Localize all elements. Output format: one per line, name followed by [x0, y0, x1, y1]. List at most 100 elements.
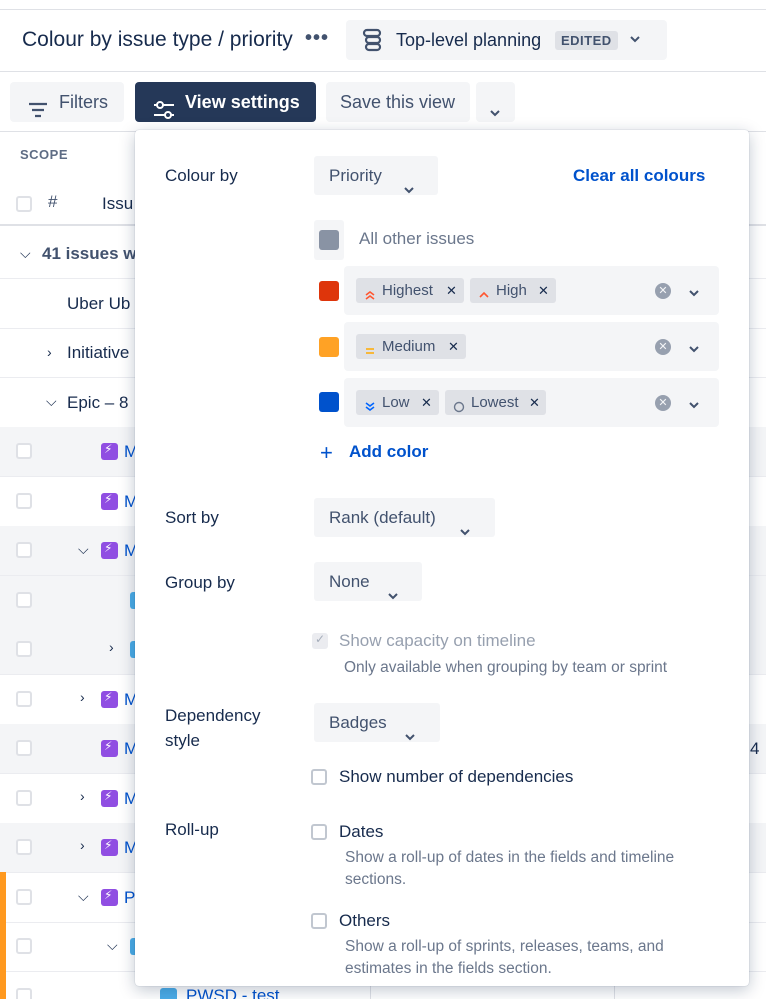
chevron-down-icon[interactable]: ⌵ — [20, 245, 31, 262]
row-checkbox[interactable] — [16, 740, 32, 756]
colour-swatch-blue[interactable] — [319, 392, 339, 412]
chip-label: Medium — [382, 338, 436, 355]
epic-icon — [101, 492, 118, 510]
chevron-down-icon — [403, 171, 415, 210]
priority-high-icon — [478, 284, 490, 309]
sort-by-label: Sort by — [165, 508, 219, 527]
remove-chip-button[interactable]: ✕ — [421, 390, 432, 415]
other-issues-label: All other issues — [359, 229, 475, 248]
chevron-right-icon[interactable]: › — [80, 788, 85, 804]
row-checkbox[interactable] — [16, 691, 32, 707]
chevron-right-icon[interactable]: › — [80, 837, 85, 853]
row-checkbox[interactable] — [16, 641, 32, 657]
priority-select-orange[interactable]: Medium ✕ ✕ — [344, 322, 719, 371]
rank-column-header: # — [48, 192, 58, 211]
row-checkbox[interactable] — [16, 493, 32, 509]
chevron-down-icon — [387, 577, 399, 616]
colour-swatch-orange[interactable] — [319, 337, 339, 357]
row-checkbox[interactable] — [16, 988, 32, 999]
right-edge-value: 4 — [750, 739, 760, 758]
group-by-label: Group by — [165, 573, 235, 592]
issue-link[interactable]: P — [124, 888, 135, 908]
chip-label: Low — [382, 394, 410, 411]
dates-rollup-label: Dates — [339, 822, 384, 841]
dates-rollup-description: Show a roll-up of dates in the fields an… — [345, 849, 675, 866]
view-settings-button[interactable]: View settings — [135, 82, 316, 122]
issue-summary[interactable]: Uber Ub — [67, 294, 130, 314]
show-dependencies-checkbox[interactable] — [311, 769, 327, 785]
dates-rollup-checkbox[interactable] — [311, 824, 327, 840]
remove-chip-button[interactable]: ✕ — [446, 278, 457, 303]
others-rollup-checkbox[interactable] — [311, 913, 327, 929]
epic-icon — [101, 888, 118, 906]
column-divider — [614, 985, 615, 999]
filters-label: Filters — [59, 92, 108, 112]
dependency-style-label-line2: style — [165, 731, 200, 750]
scope-heading: SCOPE — [20, 147, 69, 162]
group-by-dropdown[interactable]: None — [314, 562, 422, 601]
priority-medium-icon — [364, 340, 376, 365]
page-title: Colour by issue type / priority — [22, 28, 293, 51]
dependency-style-label: Dependency — [165, 706, 261, 725]
filters-button[interactable]: Filters — [10, 82, 124, 122]
others-rollup-label: Others — [339, 911, 391, 930]
colour-by-dropdown[interactable]: Priority — [314, 156, 438, 195]
priority-select-blue[interactable]: Low ✕ Lowest ✕ ✕ — [344, 378, 719, 427]
clear-selection-icon[interactable]: ✕ — [655, 395, 671, 411]
chip-label: High — [496, 282, 527, 299]
filter-icon — [28, 93, 48, 133]
clear-selection-icon[interactable]: ✕ — [655, 283, 671, 299]
epic-icon — [101, 789, 118, 807]
chevron-down-icon[interactable] — [688, 342, 700, 360]
row-checkbox[interactable] — [16, 889, 32, 905]
roll-up-label: Roll-up — [165, 820, 219, 839]
other-issues-swatch-box[interactable] — [314, 220, 344, 260]
chevron-down-icon[interactable] — [688, 398, 700, 416]
clear-all-colours-link[interactable]: Clear all colours — [573, 166, 705, 186]
capacity-checkbox[interactable] — [312, 632, 328, 649]
row-checkbox[interactable] — [16, 542, 32, 558]
group-by-value: None — [329, 572, 370, 591]
sort-by-dropdown[interactable]: Rank (default) — [314, 498, 495, 537]
issue-column-header: Issu — [102, 194, 134, 213]
issue-link[interactable]: PWSD - test — [186, 986, 280, 999]
priority-low-icon — [364, 396, 376, 421]
priority-select-red[interactable]: Highest ✕ High ✕ ✕ — [344, 266, 719, 315]
dependency-style-dropdown[interactable]: Badges — [314, 703, 440, 742]
remove-chip-button[interactable]: ✕ — [538, 278, 549, 303]
row-checkbox[interactable] — [16, 839, 32, 855]
select-all-checkbox[interactable] — [16, 196, 32, 212]
others-rollup-description: Show a roll-up of sprints, releases, tea… — [345, 938, 664, 955]
chevron-down-icon[interactable] — [688, 286, 700, 304]
chip-label: Lowest — [471, 394, 519, 411]
remove-chip-button[interactable]: ✕ — [529, 390, 540, 415]
chevron-down-icon[interactable]: ⌵ — [78, 541, 89, 558]
issue-summary[interactable]: Epic – 8 — [67, 393, 128, 413]
chevron-down-icon[interactable]: ⌵ — [107, 937, 118, 954]
other-issues-swatch[interactable] — [319, 230, 339, 250]
chip-low: Low ✕ — [356, 390, 439, 415]
more-actions-button[interactable]: ••• — [302, 26, 332, 54]
colour-swatch-red[interactable] — [319, 281, 339, 301]
row-checkbox[interactable] — [16, 938, 32, 954]
chevron-right-icon[interactable]: › — [47, 344, 52, 360]
chevron-right-icon[interactable]: › — [80, 689, 85, 705]
chip-medium: Medium ✕ — [356, 334, 466, 359]
row-checkbox[interactable] — [16, 790, 32, 806]
save-options-button[interactable] — [476, 82, 515, 122]
chevron-down-icon — [628, 32, 642, 51]
chip-high: High ✕ — [470, 278, 556, 303]
plan-picker[interactable]: Top-level planning EDITED — [346, 20, 667, 60]
clear-selection-icon[interactable]: ✕ — [655, 339, 671, 355]
chevron-right-icon[interactable]: › — [109, 639, 114, 655]
chevron-down-icon[interactable]: ⌵ — [46, 393, 57, 410]
remove-chip-button[interactable]: ✕ — [448, 334, 459, 359]
row-checkbox[interactable] — [16, 443, 32, 459]
chevron-down-icon[interactable]: ⌵ — [78, 888, 89, 905]
save-view-button[interactable]: Save this view — [326, 82, 470, 122]
row-checkbox[interactable] — [16, 592, 32, 608]
issue-summary[interactable]: Initiative — [67, 343, 129, 363]
story-icon — [160, 988, 177, 999]
dependency-style-value: Badges — [329, 713, 387, 732]
chip-lowest: Lowest ✕ — [445, 390, 546, 415]
